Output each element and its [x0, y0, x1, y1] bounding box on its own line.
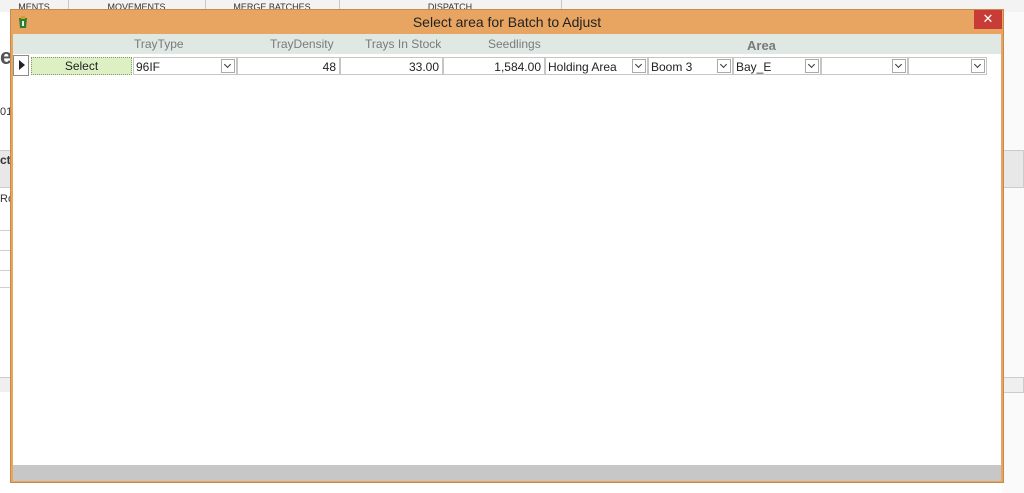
area-level-4-combo[interactable] — [821, 57, 908, 75]
chevron-down-icon — [719, 60, 728, 69]
dialog-content: TrayType TrayDensity Trays In Stock Seed… — [13, 34, 1001, 481]
tray-type-combo[interactable]: 96IF — [133, 57, 237, 75]
close-button[interactable]: ✕ — [974, 10, 1002, 29]
tray-type-value: 96IF — [136, 60, 161, 74]
header-area: Area — [747, 38, 776, 53]
header-tray-type: TrayType — [134, 37, 184, 51]
tray-density-field[interactable]: 48 — [237, 57, 340, 75]
area-level-3-combo[interactable]: Bay_E — [733, 57, 821, 75]
tray-type-dropdown-button[interactable] — [221, 59, 235, 73]
chevron-down-icon — [223, 60, 232, 69]
dialog-title: Select area for Batch to Adjust — [412, 14, 602, 30]
area-level-1-combo[interactable]: Holding Area — [545, 57, 648, 75]
trays-in-stock-field[interactable]: 33.00 — [340, 57, 443, 75]
select-area-dialog: Select area for Batch to Adjust ✕ TrayTy… — [10, 9, 1004, 483]
area-level-4-dropdown-button[interactable] — [892, 59, 906, 73]
area-level-3-dropdown-button[interactable] — [805, 59, 819, 73]
chevron-down-icon — [807, 60, 816, 69]
column-header-row: TrayType TrayDensity Trays In Stock Seed… — [13, 34, 1001, 54]
record-selector[interactable] — [13, 55, 29, 76]
seedlings-field[interactable]: 1,584.00 — [443, 57, 545, 75]
background-grid-header-right — [1002, 150, 1024, 188]
chevron-down-icon — [894, 60, 903, 69]
area-level-2-combo[interactable]: Boom 3 — [648, 57, 733, 75]
area-level-2-dropdown-button[interactable] — [717, 59, 731, 73]
header-tray-density: TrayDensity — [270, 37, 334, 51]
access-app-icon — [19, 16, 27, 28]
dialog-titlebar[interactable]: Select area for Batch to Adjust ✕ — [11, 10, 1003, 34]
background-scrollbar-right[interactable] — [1002, 377, 1024, 393]
area-level-3-value: Bay_E — [736, 60, 772, 74]
select-button[interactable]: Select — [31, 57, 132, 75]
chevron-down-icon — [634, 60, 643, 69]
batch-row: Select 96IF 48 33.00 1,584.00 Holding Ar… — [13, 54, 1001, 76]
header-seedlings: Seedlings — [488, 37, 541, 51]
dialog-footer-bar — [13, 465, 1001, 481]
header-trays-in-stock: Trays In Stock — [365, 37, 442, 51]
area-level-2-value: Boom 3 — [651, 60, 693, 74]
current-record-arrow-icon — [19, 60, 25, 70]
area-level-5-dropdown-button[interactable] — [971, 59, 985, 73]
area-level-1-value: Holding Area — [548, 60, 617, 74]
area-level-5-combo[interactable] — [908, 57, 987, 75]
background-right-panel — [1002, 12, 1024, 493]
chevron-down-icon — [973, 60, 982, 69]
area-level-1-dropdown-button[interactable] — [632, 59, 646, 73]
